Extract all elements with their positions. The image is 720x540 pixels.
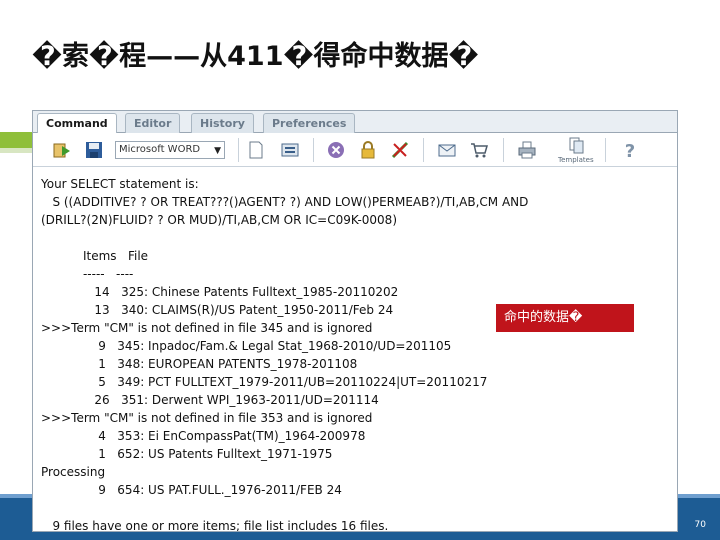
toolbar-separator (605, 138, 606, 162)
toolbar-separator (238, 138, 239, 162)
toolbar-separator (423, 138, 424, 162)
side-stripe (0, 132, 32, 148)
print-preview-icon[interactable] (279, 139, 301, 161)
console-line: 26 351: Derwent WPI_1963-2011/UD=201114 (41, 393, 379, 407)
console-output: Your SELECT statement is: S ((ADDITIVE? … (41, 175, 671, 531)
slide-title: �索�程——从411�得命中数据� (32, 41, 479, 72)
svg-text:?: ? (625, 141, 635, 160)
cart-icon[interactable] (468, 139, 490, 161)
console-line: (DRILL?(2N)FLUID? ? OR MUD)/TI,AB,CM OR … (41, 213, 397, 227)
tab-preferences[interactable]: Preferences (263, 113, 356, 133)
side-stripe-light (0, 148, 32, 153)
callout-label: 命中的数据� (496, 304, 634, 332)
console-line: >>>Term "CM" is not defined in file 353 … (41, 411, 373, 425)
console-line: S ((ADDITIVE? ? OR TREAT???()AGENT? ?) A… (41, 195, 529, 209)
tab-bar: Command Editor History Preferences (33, 111, 677, 134)
console-line: 5 349: PCT FULLTEXT_1979-2011/UB=2011022… (41, 375, 488, 389)
toolbar-separator (313, 138, 314, 162)
help-icon[interactable]: ? (619, 139, 641, 161)
cancel-icon[interactable] (325, 139, 347, 161)
format-select-value: Microsoft WORD (119, 144, 201, 155)
app-window: Command Editor History Preferences Micro… (32, 110, 678, 532)
run-icon[interactable] (51, 139, 73, 161)
email-icon[interactable] (436, 139, 458, 161)
printer-icon[interactable] (516, 139, 538, 161)
console-line: 9 345: Inpadoc/Fam.& Legal Stat_1968-201… (41, 339, 452, 353)
chevron-down-icon: ▼ (214, 146, 221, 156)
tab-editor[interactable]: Editor (125, 113, 181, 133)
save-icon[interactable] (83, 139, 105, 161)
console-line: ----- ---- (41, 267, 134, 281)
disconnect-icon[interactable] (389, 139, 411, 161)
templates-icon[interactable] (566, 135, 588, 157)
console-line: >>>Term "CM" is not defined in file 345 … (41, 321, 373, 335)
console-line: Items File (41, 249, 149, 263)
console-line: 4 353: Ei EnCompassPat(TM)_1964-200978 (41, 429, 366, 443)
console-line: 1 348: EUROPEAN PATENTS_1978-201108 (41, 357, 358, 371)
console-line: 13 340: CLAIMS(R)/US Patent_1950-2011/Fe… (41, 303, 394, 317)
new-document-icon[interactable] (245, 139, 267, 161)
tab-command[interactable]: Command (37, 113, 117, 134)
tab-history[interactable]: History (191, 113, 254, 133)
console-line: 1 652: US Patents Fulltext_1971-1975 (41, 447, 333, 461)
format-select[interactable]: Microsoft WORD ▼ (115, 141, 225, 159)
console-line: Processing (41, 465, 106, 479)
lock-icon[interactable] (357, 139, 379, 161)
console-line: 14 325: Chinese Patents Fulltext_1985-20… (41, 285, 399, 299)
slide-number: 70 (694, 520, 706, 530)
templates-label: Templates (558, 156, 594, 164)
toolbar-separator (503, 138, 504, 162)
console-line: 9 files have one or more items; file lis… (41, 519, 389, 532)
toolbar: Microsoft WORD ▼ Templates ? (33, 133, 677, 167)
console-line: Your SELECT statement is: (41, 177, 199, 191)
console-line: 9 654: US PAT.FULL._1976-2011/FEB 24 (41, 483, 342, 497)
